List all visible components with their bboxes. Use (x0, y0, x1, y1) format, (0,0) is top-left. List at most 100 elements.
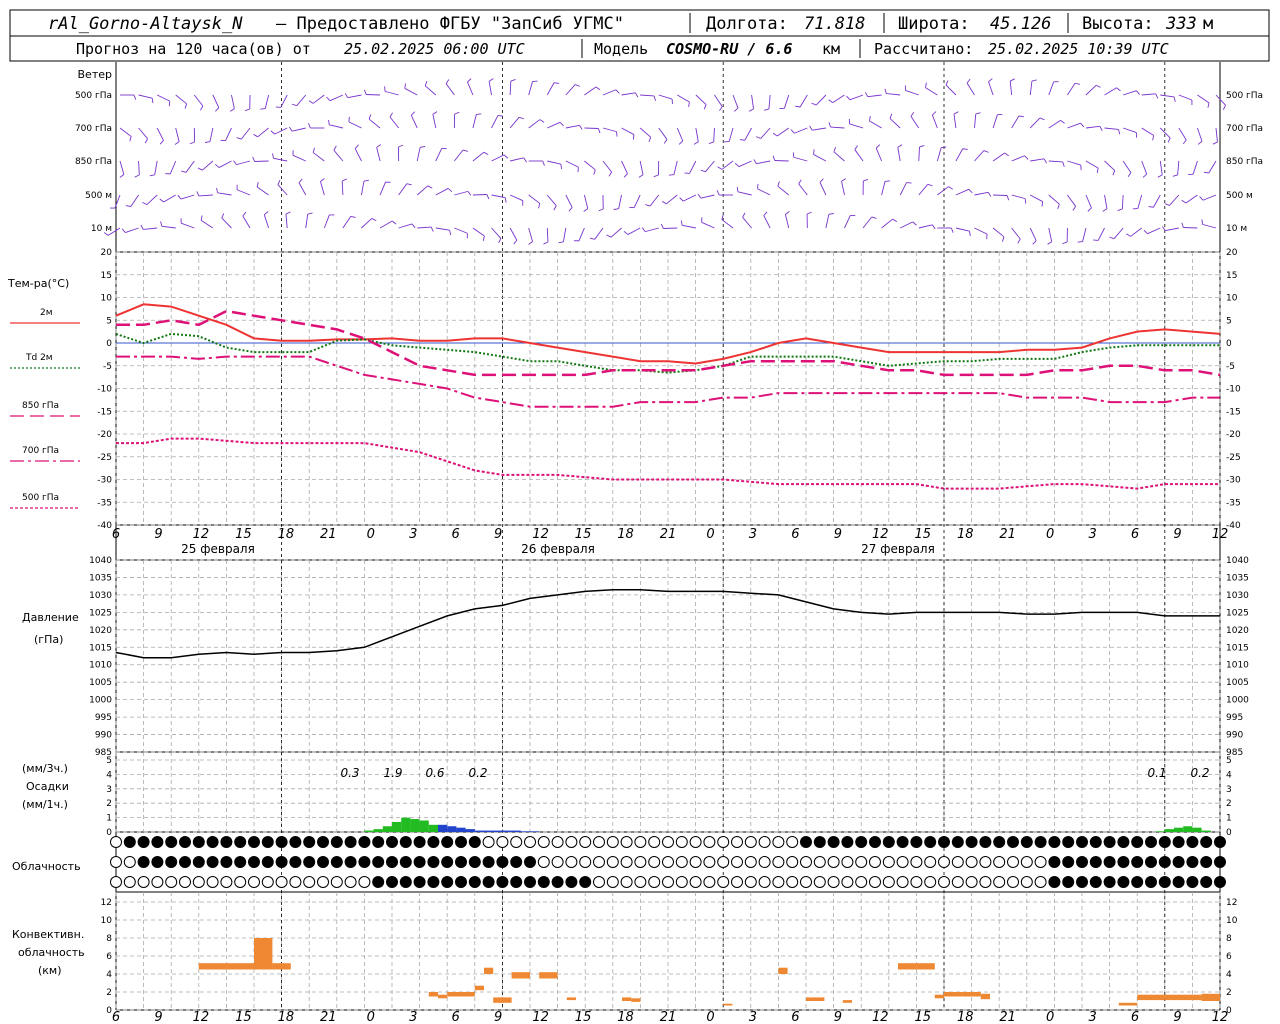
wind-barb (666, 194, 678, 205)
wind-barb-feather (772, 155, 776, 161)
wind-barb (547, 121, 561, 129)
cloud-cover-icon (137, 876, 150, 888)
wind-barb-feather (945, 80, 949, 86)
wind-barb-feather (1181, 222, 1184, 228)
wind-barb (1011, 115, 1020, 129)
precip-bar (520, 831, 530, 832)
conv-bar (944, 992, 963, 997)
prec-ytick-left: 5 (106, 756, 112, 766)
wind-barb-feather (328, 119, 330, 125)
wind-barb-feather (160, 221, 163, 227)
wind-barb (217, 192, 232, 196)
cloud-cover-icon (786, 856, 799, 868)
wind-barb-feather (871, 216, 877, 219)
precip-total: 0.6 (425, 766, 444, 780)
wind-barb (416, 147, 421, 162)
lon-label: Долгота: (706, 14, 788, 34)
wind-barb (974, 227, 988, 235)
wind-barb (784, 214, 790, 229)
wind-barb-feather (363, 179, 369, 182)
wind-barb (562, 227, 567, 242)
cloud-cover-icon (413, 876, 426, 888)
cloud-cover-icon (220, 836, 233, 848)
wind-barb (1130, 227, 1142, 237)
temp-ytick-left: -15 (97, 407, 112, 417)
wind-barb-feather (1118, 129, 1121, 135)
wind-barb (1169, 194, 1180, 206)
wind-barb-feather (638, 174, 644, 178)
precip-bar (1174, 827, 1184, 832)
xtick-temp: 6 (1131, 527, 1139, 542)
cloud-cover-icon (468, 836, 481, 848)
xtick-conv: 3 (1088, 1010, 1096, 1024)
cloud-cover-icon (965, 856, 978, 868)
wind-barb (416, 185, 429, 196)
wind-barb (1030, 194, 1043, 202)
cloud-cover-icon (110, 876, 122, 888)
wind-barb-feather (623, 173, 628, 178)
wind-barb (1085, 160, 1099, 169)
wind-barb-feather (1148, 206, 1154, 208)
wind-barb (953, 114, 957, 129)
cloud-cover-icon (179, 836, 191, 848)
cloud-cover-icon (717, 836, 730, 848)
wind-barb (389, 116, 399, 129)
temp-legend-label: 850 гПа (22, 401, 59, 411)
wind-barb-feather (447, 188, 453, 193)
wind-barb (348, 121, 362, 129)
cloud-cover-icon (979, 836, 992, 848)
cloud-cover-icon (744, 856, 757, 868)
wind-barb-feather (498, 238, 502, 244)
cloud-cover-icon (1200, 856, 1213, 868)
precip-bar (1164, 829, 1174, 832)
wind-barb-feather (688, 101, 690, 108)
wind-barb-feather (753, 159, 757, 164)
wind-barb (974, 114, 977, 129)
wind-barb (169, 160, 177, 175)
wind-barb-feather (613, 208, 619, 210)
wind-barb (955, 227, 970, 232)
cloud-cover-icon (330, 876, 343, 888)
xtick-conv: 6 (1131, 1010, 1139, 1024)
wind-barb (445, 83, 455, 96)
wind-barb-feather (755, 136, 761, 139)
cloud-cover-icon (510, 836, 523, 848)
wind-barb-feather (966, 78, 971, 84)
xtick-conv: 6 (452, 1010, 460, 1024)
pres-ytick-right: 1035 (1226, 573, 1249, 583)
xtick-temp: 9 (1173, 527, 1181, 542)
conv-bar (226, 963, 254, 970)
cloud-cover-icon (634, 856, 647, 868)
wind-barb (832, 94, 845, 104)
cloud-cover-icon (344, 876, 357, 888)
cloud-cover-icon (1200, 836, 1213, 848)
cloud-cover-icon (220, 856, 233, 868)
wind-barb (565, 84, 576, 96)
precip-bar (474, 830, 484, 832)
temp-ytick-left: -35 (97, 498, 112, 508)
conv-bar (631, 998, 641, 1002)
wind-barb-feather (968, 188, 973, 194)
wind-barb-feather (809, 125, 813, 131)
wind-barb (119, 160, 125, 175)
wind-barb (138, 127, 148, 140)
wind-barb-feather (1116, 87, 1121, 92)
cloud-cover-icon (869, 836, 881, 848)
prec-ytick-left: 0 (106, 828, 112, 838)
wind-barb-feather (680, 220, 683, 226)
wind-barb (777, 185, 790, 196)
wind-barbs (103, 78, 1226, 245)
wind-barb (714, 94, 723, 107)
forecast-time: 25.02.2025 06:00 UTC (344, 40, 525, 58)
wind-barb (404, 88, 418, 96)
wind-barb (1029, 117, 1041, 129)
wind-barb-feather (236, 137, 242, 140)
cloud-cover-icon (372, 836, 385, 848)
wind-barb (212, 94, 220, 108)
wind-barb-feather (884, 88, 887, 94)
cloud-cover-icon (468, 856, 481, 868)
xtick-conv: 15 (235, 1010, 252, 1024)
wind-barb-feather (1039, 117, 1045, 121)
wind-barb (565, 194, 573, 208)
pres-ytick-right: 1025 (1226, 608, 1249, 618)
